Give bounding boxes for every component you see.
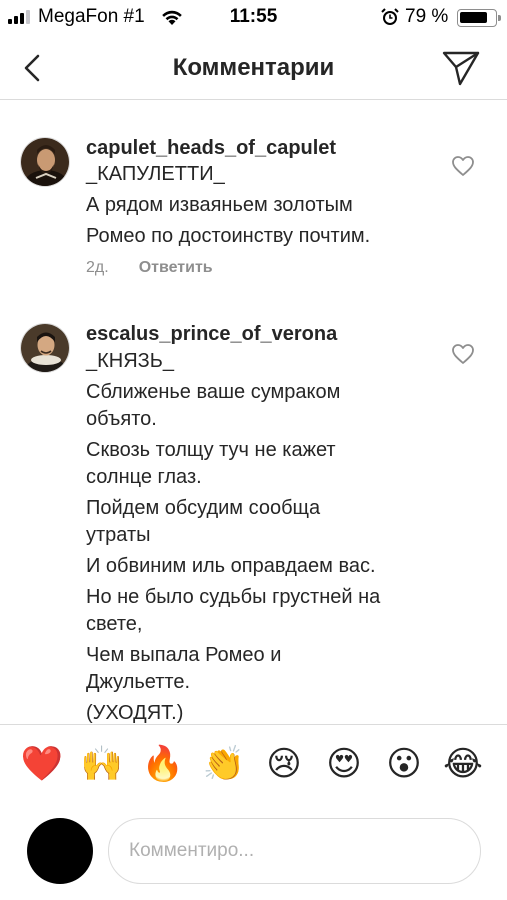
avatar[interactable]: [20, 323, 70, 373]
crying-emoji-button[interactable]: 😢: [262, 742, 306, 786]
comment-username[interactable]: capulet_heads_of_capulet: [86, 137, 336, 160]
comment-username[interactable]: escalus_prince_of_verona: [86, 323, 337, 346]
avatar[interactable]: [20, 137, 70, 187]
comment-item: escalus_prince_of_verona _КНЯЗЬ_ Сближен…: [0, 300, 507, 724]
comment-line: Сквозь толщу туч не кажет солнце глаз.: [86, 439, 336, 488]
heart-eyes-emoji-button[interactable]: 😍: [322, 742, 366, 786]
comment-line: Ромео по достоинству почтим.: [86, 225, 371, 247]
clapping-emoji-button[interactable]: 👏: [202, 742, 246, 786]
tears-of-joy-emoji-button[interactable]: 😂: [441, 742, 485, 786]
comment-line: А рядом изваяньем золотым: [86, 194, 353, 216]
capulet-portrait-icon: [21, 138, 69, 186]
comment-line: Сближенье ваше сумраком объято.: [86, 381, 341, 430]
battery-fill: [460, 12, 487, 23]
comment-input[interactable]: [108, 818, 481, 884]
current-user-avatar: [27, 818, 93, 884]
reply-button[interactable]: Ответить: [139, 259, 213, 276]
page-title: Комментарии: [172, 54, 335, 81]
surprised-emoji-button[interactable]: 😮: [382, 742, 426, 786]
battery-icon: [457, 9, 501, 27]
heart-icon[interactable]: [451, 155, 475, 177]
comment-meta: 2д. Ответить: [86, 259, 213, 277]
alarm-icon: [381, 8, 399, 25]
divider: [0, 724, 507, 725]
prince-portrait-icon: [21, 324, 69, 372]
comment-body: _КНЯЗЬ_ Сближенье ваше сумраком объято. …: [86, 348, 416, 727]
comments-screen: MegaFon #1 11:55 79 % Комментарии capule…: [0, 0, 507, 900]
comment-line: Пойдем обсудим сообща утраты: [86, 497, 321, 546]
comment-time: 2д.: [86, 259, 109, 276]
comment-line: (УХОДЯТ.): [86, 702, 184, 724]
fire-emoji-button[interactable]: 🔥: [141, 742, 185, 786]
nav-bar: Комментарии: [0, 36, 507, 100]
comment-body: _КАПУЛЕТТИ_ А рядом изваяньем золотым Ро…: [86, 161, 416, 250]
comment-line: _КАПУЛЕТТИ_: [86, 163, 225, 185]
heart-emoji-button[interactable]: ❤️: [20, 742, 64, 786]
raised-hands-emoji-button[interactable]: 🙌: [80, 742, 124, 786]
comment-line: Но не было судьбы грустней на свете,: [86, 586, 381, 635]
heart-icon[interactable]: [451, 343, 475, 365]
status-bar: MegaFon #1 11:55 79 %: [0, 0, 507, 36]
comment-line: Чем выпала Ромео и Джульетте.: [86, 644, 282, 693]
comment-item: capulet_heads_of_capulet _КАПУЛЕТТИ_ А р…: [0, 100, 507, 300]
emoji-bar: ❤️ 🙌 🔥 👏 😢 😍 😮 😂: [0, 742, 507, 796]
comment-line: И обвиним иль оправдаем вас.: [86, 555, 376, 577]
comment-line: _КНЯЗЬ_: [86, 350, 174, 372]
battery-percent: 79 %: [405, 6, 449, 27]
direct-send-icon[interactable]: [440, 48, 482, 88]
